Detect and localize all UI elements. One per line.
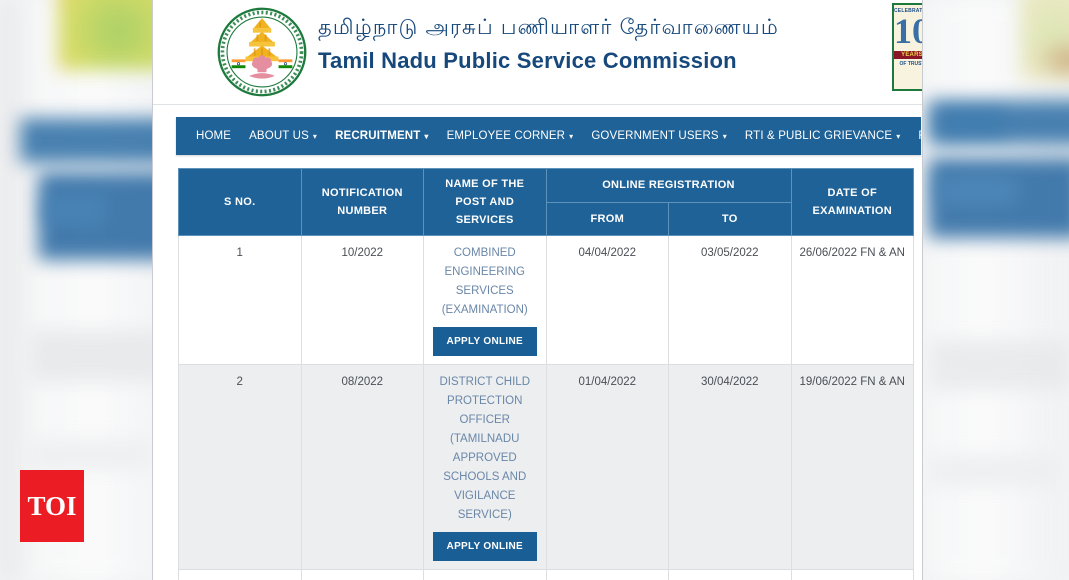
backdrop-right-badge-blur	[1035, 40, 1069, 80]
nav-item-label: FAQ	[918, 130, 922, 142]
site-header: தமிழ்நாடு அரசுப் பணியாளர் தேர்வாணையம் Ta…	[153, 0, 922, 105]
nav-item-label: ABOUT US	[249, 130, 309, 142]
celebrating-100-years-badge: CELEBRATING 100 YEARS OF TRUST	[892, 3, 923, 91]
cell-sno: 2	[178, 364, 302, 570]
post-name-link[interactable]: COMBINED ENGINEERING SERVICES (EXAMINATI…	[430, 244, 540, 320]
nav-item-label: RTI & PUBLIC GRIEVANCE	[744, 130, 893, 142]
chevron-down-icon: ▾	[569, 132, 574, 141]
backdrop-right-banner-4	[938, 176, 1018, 206]
cell-registration-from: 30/03/2022	[545, 569, 669, 580]
table-body: 1 10/2022 COMBINED ENGINEERING SERVICES (E…	[178, 235, 914, 580]
cell-post-name: COMBINED CIVIL SERVICES EXAMINATION-IV (…	[423, 569, 547, 580]
apply-online-button[interactable]: APPLY ONLINE	[432, 532, 537, 561]
col-header-sno: S NO.	[178, 168, 302, 236]
cell-registration-from: 01/04/2022	[545, 364, 669, 570]
nav-item-home[interactable]: HOME	[187, 117, 240, 155]
tnpsc-emblem-icon	[216, 6, 308, 98]
post-name-link[interactable]: DISTRICT CHILD PROTECTION OFFICER (TAMIL…	[430, 373, 540, 525]
nav-item-recruitment[interactable]: RECRUITMENT ▾	[326, 117, 438, 155]
backdrop-left-block-2	[30, 440, 150, 470]
backdrop-right-block-2	[930, 455, 1060, 487]
cell-notification-number: 07/2022	[300, 569, 424, 580]
toi-watermark-text: TOI	[27, 490, 77, 521]
cell-sno: 3	[178, 569, 302, 580]
nav-item-rti-public-grievance[interactable]: RTI & PUBLIC GRIEVANCE ▾	[736, 117, 909, 155]
backdrop-left-banner-3	[45, 196, 105, 224]
trust-badge-bottom-text: OF TRUST	[899, 61, 923, 67]
trust-badge-number: 100	[894, 11, 922, 51]
cell-sno: 1	[178, 235, 302, 365]
cell-registration-to: 30/04/2022	[668, 364, 792, 570]
site-title-english: Tamil Nadu Public Service Commission	[318, 48, 737, 73]
nav-item-label: EMPLOYEE CORNER	[446, 130, 566, 142]
table-row: 307/2022COMBINED CIVIL SERVICES EXAMINAT…	[178, 569, 914, 580]
col-header-from: FROM	[545, 201, 669, 236]
tnpsc-page-panel: தமிழ்நாடு அரசுப் பணியாளர் தேர்வாணையம் Ta…	[152, 0, 923, 580]
table-row: 1 10/2022 COMBINED ENGINEERING SERVICES (E…	[178, 235, 914, 365]
backdrop-right-banner-2	[940, 112, 1005, 134]
cell-date-of-exam: 26/06/2022 FN & AN	[790, 235, 914, 365]
cell-date-of-exam: 24/07/2022 FN	[790, 569, 914, 580]
nav-item-about-us[interactable]: ABOUT US ▾	[240, 117, 326, 155]
cell-post-name: DISTRICT CHILD PROTECTION OFFICER (TAMIL…	[423, 364, 547, 570]
nav-item-label: RECRUITMENT	[335, 130, 421, 142]
nav-item-label: HOME	[196, 130, 232, 142]
toi-watermark-logo: TOI	[20, 470, 84, 542]
apply-online-button[interactable]: APPLY ONLINE	[432, 327, 537, 356]
cell-date-of-exam: 19/06/2022 FN & AN	[790, 364, 914, 570]
site-title-block: தமிழ்நாடு அரசுப் பணியாளர் தேர்வாணையம் Ta…	[318, 12, 779, 78]
chevron-down-icon: ▾	[722, 132, 727, 141]
col-header-to: TO	[668, 201, 792, 236]
cell-registration-from: 04/04/2022	[545, 235, 669, 365]
col-header-post-name: NAME OF THE POST AND SERVICES	[423, 168, 547, 236]
chevron-down-icon: ▾	[424, 132, 429, 141]
nav-item-faq[interactable]: FAQ	[909, 117, 922, 155]
cell-post-name: COMBINED ENGINEERING SERVICES (EXAMINATI…	[423, 235, 547, 365]
col-header-date-of-examination: DATE OF EXAMINATION	[790, 168, 914, 236]
cell-notification-number: 10/2022	[300, 235, 424, 365]
nav-item-government-users[interactable]: GOVERNMENT USERS ▾	[582, 117, 736, 155]
nav-item-label: GOVERNMENT USERS	[591, 130, 719, 142]
backdrop-right-block-1	[930, 340, 1069, 390]
cell-registration-to: 03/05/2022	[668, 235, 792, 365]
col-header-online-registration: ONLINE REGISTRATION	[545, 168, 792, 203]
table-header-row-1: S NO. NOTIFICATION NUMBER NAME OF THE PO…	[178, 168, 914, 236]
table-row: 2 08/2022 DISTRICT CHILD PROTECTION OFFICE…	[178, 364, 914, 570]
chevron-down-icon: ▾	[896, 132, 901, 141]
trust-badge-ribbon-text: YEARS	[894, 51, 922, 59]
backdrop-right-surface	[925, 0, 1069, 580]
chevron-down-icon: ▾	[312, 132, 318, 141]
col-header-notification-number: NOTIFICATION NUMBER	[300, 168, 424, 236]
backdrop-left-block-1	[30, 330, 165, 382]
main-navigation-bar: HOME ABOUT US ▾ RECRUITMENT ▾ EMPLOYEE CORNER…	[176, 117, 922, 155]
table-head: S NO. NOTIFICATION NUMBER NAME OF THE PO…	[178, 168, 914, 236]
site-title-tamil: தமிழ்நாடு அரசுப் பணியாளர் தேர்வாணையம்	[318, 16, 779, 39]
cell-registration-to: 28/04/2022	[668, 569, 792, 580]
nav-item-employee-corner[interactable]: EMPLOYEE CORNER ▾	[438, 117, 583, 155]
notifications-table: S NO. NOTIFICATION NUMBER NAME OF THE PO…	[178, 168, 914, 580]
cell-notification-number: 08/2022	[300, 364, 424, 570]
